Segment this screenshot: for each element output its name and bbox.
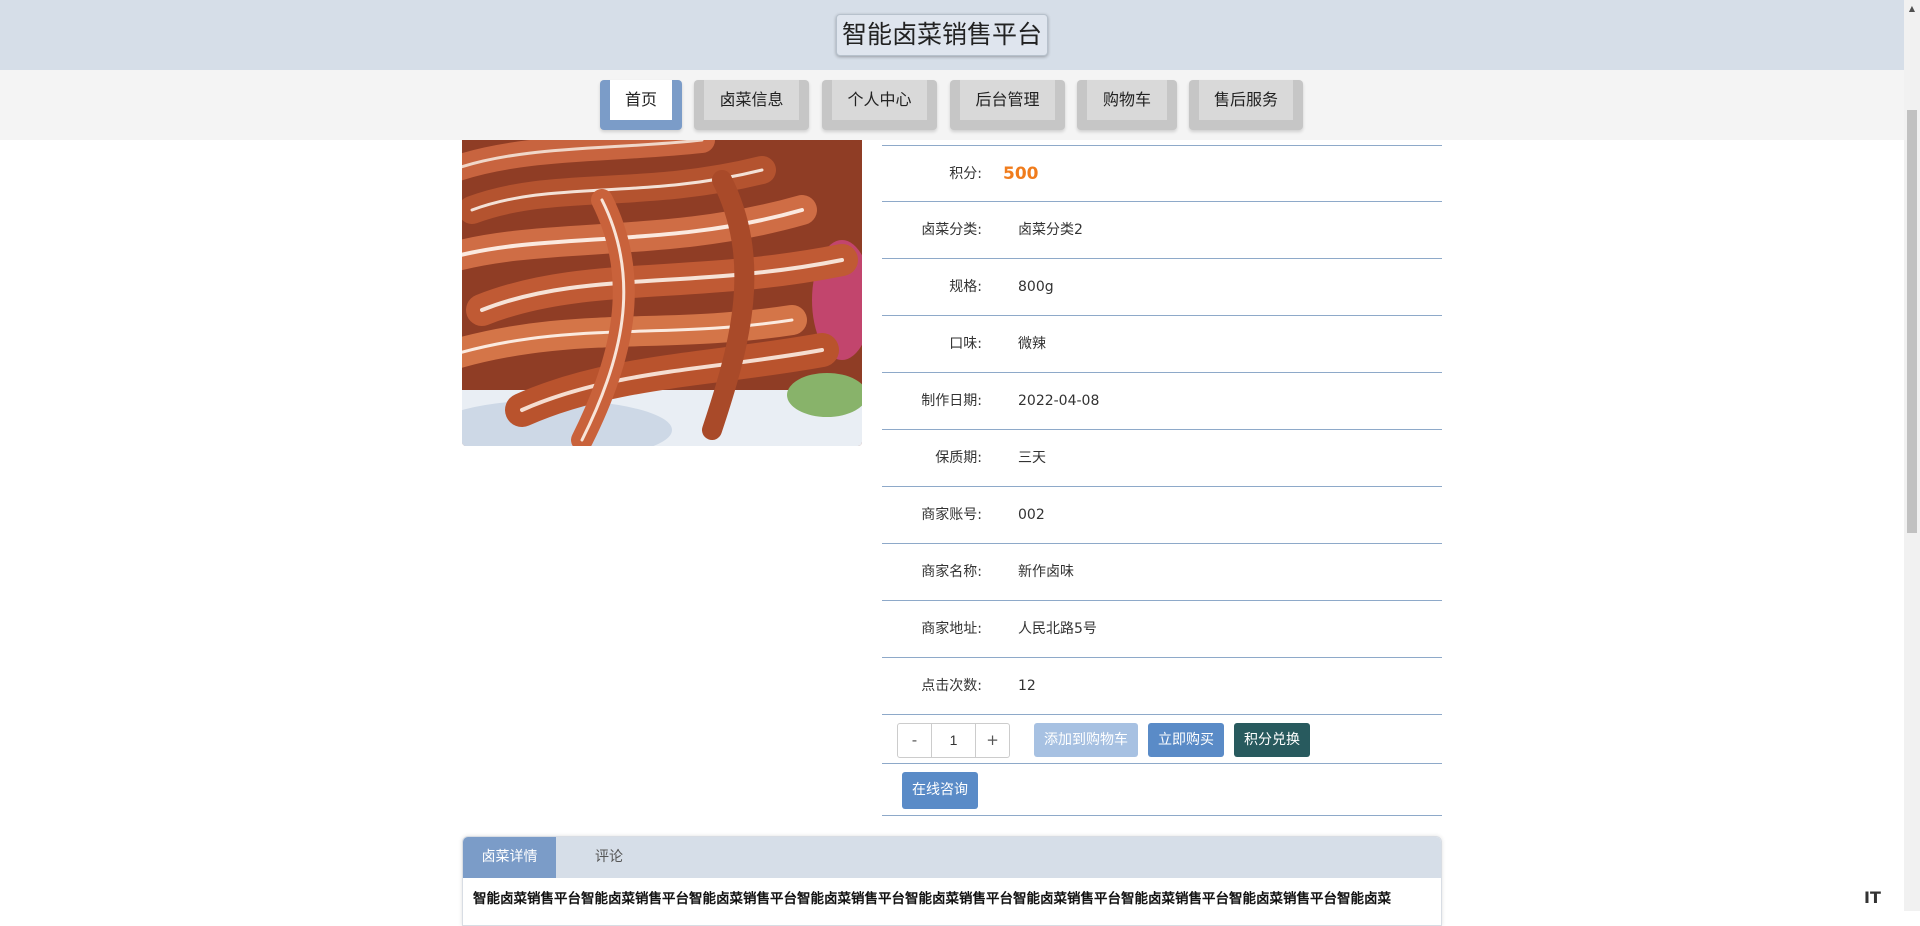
info-label: 制作日期:	[921, 393, 982, 409]
add-to-cart-button[interactable]: 添加到购物车	[1034, 723, 1138, 757]
main-nav: 首页 卤菜信息 个人中心 后台管理 购物车 售后服务	[0, 70, 1904, 140]
info-row-flavor: 口味: 微辣	[882, 316, 1442, 373]
purchase-actions: - + 添加到购物车 立即购买 积分兑换	[882, 715, 1442, 764]
info-label: 规格:	[949, 279, 982, 295]
info-row-merchant-account: 商家账号: 002	[882, 487, 1442, 544]
points-value: 500	[1003, 164, 1039, 184]
info-label: 点击次数:	[921, 678, 982, 694]
nav-item-label: 购物车	[1087, 80, 1167, 120]
scrollbar-thumb[interactable]	[1907, 110, 1917, 533]
quantity-stepper: - +	[897, 723, 1010, 758]
info-label: 积分:	[949, 166, 982, 182]
product-image	[462, 140, 862, 446]
detail-panel: 卤菜详情 评论 智能卤菜销售平台智能卤菜销售平台智能卤菜销售平台智能卤菜销售平台…	[462, 836, 1442, 926]
info-value: 卤菜分类2	[1018, 222, 1083, 238]
page-scrollbar[interactable]: ▲	[1904, 0, 1920, 911]
buy-now-button[interactable]: 立即购买	[1148, 723, 1224, 757]
online-consult-button[interactable]: 在线咨询	[902, 772, 978, 809]
site-title: 智能卤菜销售平台	[836, 14, 1048, 56]
nav-item-label: 售后服务	[1199, 80, 1293, 120]
info-row-category: 卤菜分类: 卤菜分类2	[882, 202, 1442, 259]
tab-comments[interactable]: 评论	[573, 837, 645, 878]
info-value: 2022-04-08	[1018, 393, 1100, 409]
info-value: 800g	[1018, 279, 1054, 295]
nav-item-after-sales[interactable]: 售后服务	[1189, 80, 1303, 130]
scroll-up-arrow-icon[interactable]: ▲	[1904, 0, 1920, 17]
nav-item-label: 个人中心	[832, 80, 927, 120]
braised-pig-ear-photo	[462, 140, 862, 446]
info-label: 口味:	[949, 336, 982, 352]
detail-description: 智能卤菜销售平台智能卤菜销售平台智能卤菜销售平台智能卤菜销售平台智能卤菜销售平台…	[473, 891, 1391, 907]
quantity-decrease-button[interactable]: -	[898, 724, 932, 757]
info-row-shelf-life: 保质期: 三天	[882, 430, 1442, 487]
tab-dish-details[interactable]: 卤菜详情	[463, 837, 556, 878]
info-label: 商家地址:	[921, 621, 982, 637]
info-value: 002	[1018, 507, 1045, 523]
nav-item-label: 卤菜信息	[704, 80, 799, 120]
info-label: 商家账号:	[921, 507, 982, 523]
product-info-table: 积分: 500 卤菜分类: 卤菜分类2 规格: 800g 口味: 微辣 制作日期…	[882, 145, 1442, 816]
info-row-production-date: 制作日期: 2022-04-08	[882, 373, 1442, 430]
quantity-increase-button[interactable]: +	[975, 724, 1009, 757]
info-row-merchant-address: 商家地址: 人民北路5号	[882, 601, 1442, 658]
nav-item-admin[interactable]: 后台管理	[950, 80, 1065, 130]
info-value: 微辣	[1018, 336, 1046, 352]
quantity-input[interactable]	[932, 724, 975, 757]
nav-item-label: 首页	[610, 80, 672, 120]
nav-item-profile[interactable]: 个人中心	[822, 80, 937, 130]
info-row-merchant-name: 商家名称: 新作卤味	[882, 544, 1442, 601]
info-label: 卤菜分类:	[921, 222, 982, 238]
points-exchange-button[interactable]: 积分兑换	[1234, 723, 1310, 757]
info-value: 12	[1018, 678, 1036, 694]
info-value: 三天	[1018, 450, 1046, 466]
nav-item-cart[interactable]: 购物车	[1077, 80, 1177, 130]
nav-item-dishes[interactable]: 卤菜信息	[694, 80, 809, 130]
info-label: 保质期:	[935, 450, 982, 466]
info-row-click-count: 点击次数: 12	[882, 658, 1442, 715]
consult-row: 在线咨询	[882, 764, 1442, 816]
header-bar: 智能卤菜销售平台	[0, 0, 1904, 70]
info-value: 人民北路5号	[1018, 621, 1097, 637]
nav-item-home[interactable]: 首页	[600, 80, 682, 130]
info-value: 新作卤味	[1018, 564, 1074, 580]
info-label: 商家名称:	[921, 564, 982, 580]
detail-tabs: 卤菜详情 评论	[463, 837, 1441, 878]
info-row-spec: 规格: 800g	[882, 259, 1442, 316]
nav-item-label: 后台管理	[960, 80, 1055, 120]
info-row-points: 积分: 500	[882, 145, 1442, 202]
watermark-text: IT	[1864, 888, 1881, 907]
